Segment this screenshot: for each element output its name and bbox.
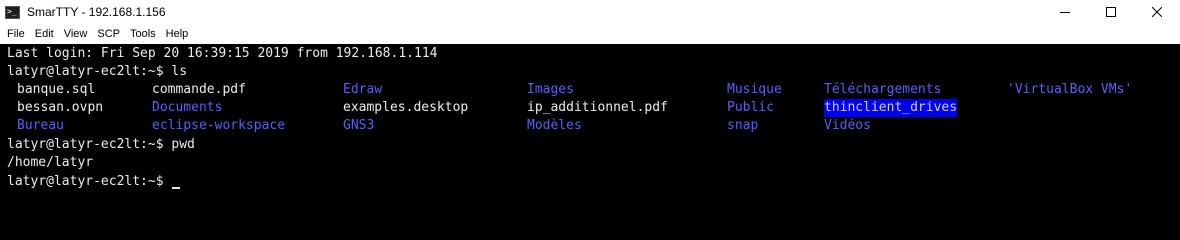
directory-entry: GNS3 (343, 118, 375, 133)
directory-entry: snap (727, 118, 759, 133)
window-title: SmarTTY - 192.168.1.156 (27, 5, 166, 19)
ls-row: Bureau eclipse-workspace GNS3 Modèles sn… (0, 117, 1180, 135)
directory-entry: Images (527, 82, 574, 97)
directory-entry: Edraw (343, 82, 383, 97)
close-button[interactable] (1134, 0, 1180, 24)
current-prompt-line: latyr@latyr-ec2lt:~$ (7, 173, 181, 191)
directory-entry: Musique (727, 82, 782, 97)
directory-entry: Documents (152, 100, 223, 115)
command-text: ls (163, 64, 188, 79)
menu-bar: File Edit View SCP Tools Help (0, 24, 1180, 44)
directory-entry: Public (727, 100, 774, 115)
directory-entry: Bureau (17, 118, 64, 133)
text-cursor (172, 187, 181, 189)
file-entry: banque.sql (17, 82, 96, 97)
directory-entry: Téléchargements (824, 82, 942, 97)
file-entry: examples.desktop (343, 100, 469, 115)
directory-entry: eclipse-workspace (152, 118, 286, 133)
directory-entry: 'VirtualBox VMs' (1007, 82, 1133, 97)
title-bar[interactable]: >_ SmarTTY - 192.168.1.156 (0, 0, 1180, 24)
terminal-app-icon: >_ (5, 5, 20, 19)
menu-view[interactable]: View (59, 24, 93, 44)
menu-file[interactable]: File (0, 24, 30, 44)
smartty-window: >_ SmarTTY - 192.168.1.156 File Edit Vie… (0, 0, 1180, 202)
menu-edit[interactable]: Edit (30, 24, 59, 44)
menu-scp[interactable]: SCP (92, 24, 125, 44)
file-entry: ip_additionnel.pdf (527, 100, 668, 115)
file-entry: commande.pdf (152, 82, 246, 97)
maximize-button[interactable] (1088, 0, 1134, 24)
prompt-line-pwd: latyr@latyr-ec2lt:~$ pwd (7, 136, 195, 154)
prompt: latyr@latyr-ec2lt:~$ (7, 174, 164, 189)
pwd-output-line: /home/latyr (7, 155, 94, 170)
close-icon (1152, 7, 1162, 17)
last-login-line: Last login: Fri Sep 20 16:39:15 2019 fro… (7, 46, 438, 61)
ls-row: bessan.ovpn Documents examples.desktop i… (0, 99, 1180, 117)
command-text: pwd (163, 137, 195, 152)
menu-help[interactable]: Help (161, 24, 194, 44)
prompt: latyr@latyr-ec2lt:~$ (7, 64, 164, 79)
window-controls (1042, 0, 1180, 24)
terminal-output[interactable]: Last login: Fri Sep 20 16:39:15 2019 fro… (0, 44, 1180, 202)
maximize-icon (1106, 7, 1116, 17)
directory-entry: Modèles (527, 118, 582, 133)
highlighted-directory-entry: thinclient_drives (824, 99, 958, 117)
prompt: latyr@latyr-ec2lt:~$ (7, 137, 164, 152)
directory-entry: Vidéos (824, 118, 871, 133)
prompt-line-ls: latyr@latyr-ec2lt:~$ ls (7, 63, 187, 81)
minimize-button[interactable] (1042, 0, 1088, 24)
menu-tools[interactable]: Tools (125, 24, 161, 44)
ls-row: banque.sql commande.pdf Edraw Images Mus… (0, 81, 1180, 99)
minimize-icon (1060, 12, 1070, 13)
file-entry: bessan.ovpn (17, 100, 104, 115)
